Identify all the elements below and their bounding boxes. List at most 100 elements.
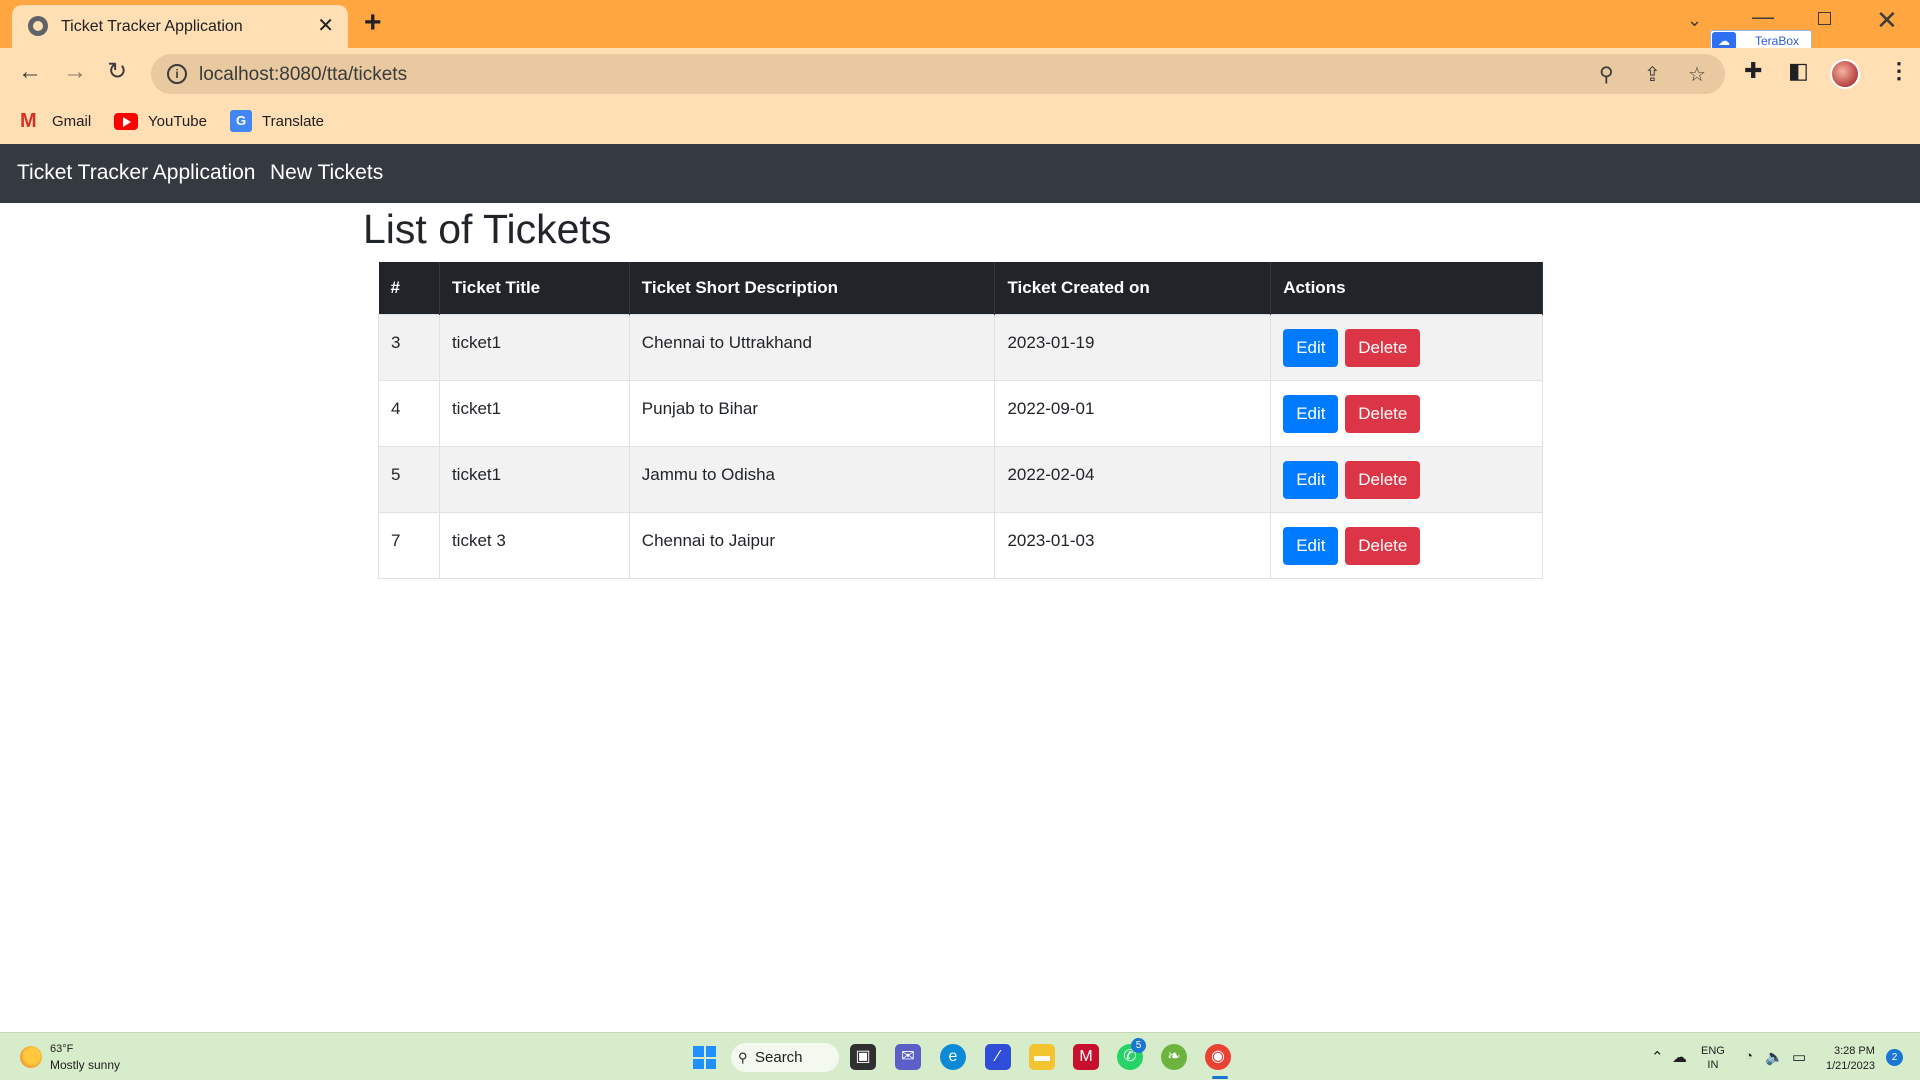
search-label: Search: [755, 1049, 803, 1066]
column-header-description: Ticket Short Description: [629, 262, 996, 314]
ticket-description: Jammu to Odisha: [628, 445, 996, 513]
profile-avatar[interactable]: [1830, 59, 1860, 89]
ticket-actions: Edit Delete: [1270, 379, 1543, 447]
sun-icon[interactable]: [20, 1046, 42, 1068]
battery-icon[interactable]: ▭: [1792, 1048, 1806, 1066]
ticket-id: 7: [378, 511, 440, 579]
table-row: 5 ticket1 Jammu to Odisha 2022-02-04 Edi…: [378, 445, 1543, 513]
ticket-actions: Edit Delete: [1270, 313, 1543, 381]
ticket-created: 2023-01-03: [994, 511, 1272, 579]
bookmark-label: Translate: [262, 112, 324, 130]
column-header-created: Ticket Created on: [994, 262, 1272, 314]
ticket-title: ticket 3: [438, 511, 630, 579]
weather-temperature[interactable]: 63°F: [50, 1043, 73, 1055]
navbar-brand[interactable]: Ticket Tracker Application: [17, 161, 256, 185]
ticket-created: 2022-02-04: [994, 445, 1272, 513]
bookmark-gmail[interactable]: Gmail: [20, 110, 92, 133]
browser-menu-icon[interactable]: ⋮: [1888, 58, 1910, 84]
close-window-button[interactable]: ✕: [1876, 6, 1898, 34]
ticket-description: Punjab to Bihar: [628, 379, 996, 447]
extensions-puzzle-icon[interactable]: ✚: [1744, 58, 1762, 84]
task-view-icon[interactable]: ▣: [850, 1044, 876, 1070]
column-header-actions: Actions: [1270, 262, 1543, 314]
table-row: 3 ticket1 Chennai to Uttrakhand 2023-01-…: [378, 313, 1543, 381]
system-clock[interactable]: 3:28 PM 1/21/2023: [1826, 1044, 1875, 1074]
onedrive-icon[interactable]: ☁: [1672, 1048, 1687, 1066]
ticket-id: 5: [378, 445, 440, 513]
show-hidden-icons-chevron-icon[interactable]: ⌃: [1651, 1048, 1664, 1066]
ticket-description: Chennai to Uttrakhand: [628, 313, 996, 381]
nav-link-new-tickets[interactable]: New Tickets: [270, 161, 383, 185]
bookmark-label: Gmail: [52, 112, 92, 130]
delete-button[interactable]: Delete: [1345, 328, 1421, 367]
terabox-label: TeraBox: [1755, 34, 1800, 48]
region-code: IN: [1707, 1059, 1719, 1071]
back-arrow-icon[interactable]: ←: [18, 58, 42, 86]
delete-button[interactable]: Delete: [1345, 460, 1421, 499]
new-tab-button[interactable]: +: [364, 8, 382, 38]
active-app-indicator: [1212, 1076, 1228, 1079]
ticket-id: 3: [378, 313, 440, 381]
page-title: List of Tickets: [363, 206, 612, 252]
url-text[interactable]: localhost:8080/tta/tickets: [199, 64, 407, 86]
browser-tabstrip: Ticket Tracker Application ✕ + ⌄ — ✕ ☁ T…: [0, 0, 1920, 52]
ticket-created: 2023-01-19: [994, 313, 1272, 381]
bookmark-translate[interactable]: G Translate: [230, 110, 324, 132]
tab-search-chevron-icon[interactable]: ⌄: [1687, 10, 1702, 31]
search-icon: ⚲: [738, 1050, 748, 1065]
mcafee-icon[interactable]: M: [1073, 1044, 1099, 1070]
minimize-button[interactable]: —: [1752, 4, 1774, 30]
ticket-title: ticket1: [438, 445, 630, 513]
weather-description[interactable]: Mostly sunny: [50, 1058, 120, 1072]
volume-icon[interactable]: 🔈: [1765, 1048, 1784, 1066]
tickets-table: # Ticket Title Ticket Short Description …: [378, 262, 1543, 579]
ticket-actions: Edit Delete: [1270, 445, 1543, 513]
youtube-icon: [114, 112, 138, 130]
translate-icon: G: [230, 110, 252, 132]
tab-title: Ticket Tracker Application: [61, 18, 243, 35]
address-bar[interactable]: i localhost:8080/tta/tickets ⚲ ⇪ ☆: [151, 54, 1725, 94]
edit-button[interactable]: Edit: [1283, 526, 1339, 565]
language-code: ENG: [1701, 1045, 1725, 1057]
browser-toolbar: ← → ↻ i localhost:8080/tta/tickets ⚲ ⇪ ☆: [0, 48, 1920, 96]
ticket-title: ticket1: [438, 379, 630, 447]
teams-chat-icon[interactable]: ✉: [895, 1044, 921, 1070]
bookmark-youtube[interactable]: YouTube: [114, 110, 207, 132]
table-row: 7 ticket 3 Chennai to Jaipur 2023-01-03 …: [378, 511, 1543, 579]
edit-button[interactable]: Edit: [1283, 394, 1339, 433]
edit-button[interactable]: Edit: [1283, 328, 1339, 367]
gmail-icon: [20, 110, 42, 133]
ticket-id: 4: [378, 379, 440, 447]
bookmark-star-icon[interactable]: ☆: [1688, 62, 1706, 87]
whatsapp-badge: 5: [1131, 1038, 1146, 1053]
file-explorer-icon[interactable]: ▬: [1029, 1044, 1055, 1070]
ticket-actions: Edit Delete: [1270, 511, 1543, 579]
spring-tool-icon[interactable]: ❧: [1161, 1044, 1187, 1070]
restore-button[interactable]: [1818, 12, 1831, 25]
browser-tab[interactable]: Ticket Tracker Application ✕: [12, 5, 348, 48]
chrome-icon[interactable]: ◉: [1205, 1044, 1231, 1070]
windows-start-icon[interactable]: [693, 1046, 716, 1069]
ticket-title: ticket1: [438, 313, 630, 381]
close-tab-icon[interactable]: ✕: [317, 14, 334, 38]
zoom-icon[interactable]: ⚲: [1599, 62, 1614, 87]
wifi-icon[interactable]: ◔: [1745, 1048, 1753, 1063]
edge-icon[interactable]: e: [940, 1044, 966, 1070]
share-icon[interactable]: ⇪: [1644, 62, 1661, 87]
delete-button[interactable]: Delete: [1345, 394, 1421, 433]
edit-button[interactable]: Edit: [1283, 460, 1339, 499]
taskbar-search[interactable]: ⚲ Search: [731, 1043, 839, 1072]
column-header-title: Ticket Title: [439, 262, 630, 314]
clock-time: 3:28 PM: [1833, 1045, 1875, 1057]
reload-icon[interactable]: ↻: [107, 58, 127, 86]
delete-button[interactable]: Delete: [1345, 526, 1421, 565]
side-panel-icon[interactable]: ◧: [1788, 58, 1809, 84]
site-info-icon[interactable]: i: [167, 64, 187, 84]
table-header-row: # Ticket Title Ticket Short Description …: [378, 262, 1543, 314]
forward-arrow-icon[interactable]: →: [63, 58, 87, 86]
language-indicator[interactable]: ENG IN: [1701, 1044, 1725, 1072]
notification-badge[interactable]: 2: [1886, 1049, 1903, 1066]
visual-studio-icon[interactable]: ⁄: [985, 1044, 1011, 1070]
clock-date: 1/21/2023: [1826, 1060, 1875, 1072]
ticket-created: 2022-09-01: [994, 379, 1272, 447]
